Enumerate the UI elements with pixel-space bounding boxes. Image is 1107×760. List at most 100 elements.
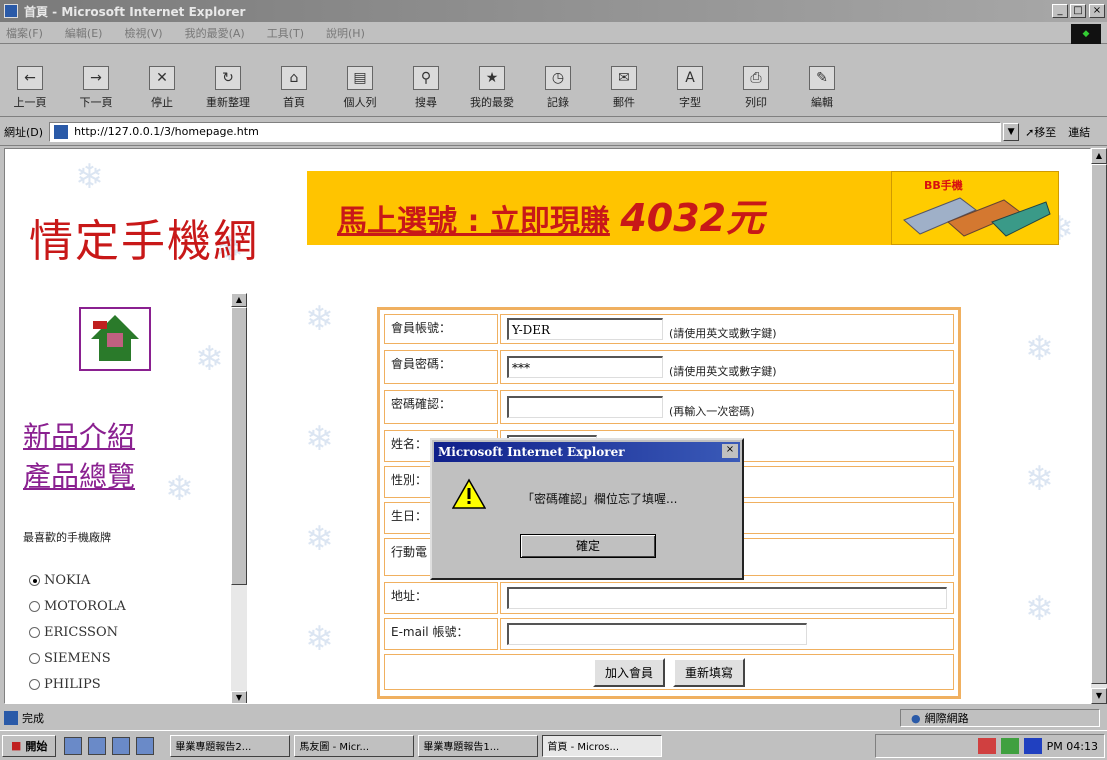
edit-button[interactable]: ✎ 編輯 bbox=[796, 66, 848, 110]
form-row-account: 會員帳號： Y-DER (請使用英文或數字鍵) bbox=[384, 314, 954, 344]
status-text: 完成 bbox=[22, 712, 44, 725]
brand-radio-ericsson[interactable]: ERICSSON bbox=[29, 625, 118, 640]
radio-button[interactable] bbox=[29, 679, 40, 690]
banner-text: 馬上選號 : 立即現賺 4032元 bbox=[337, 196, 765, 240]
radio-button[interactable] bbox=[29, 601, 40, 612]
reset-form-button[interactable]: 重新填寫 bbox=[673, 657, 746, 687]
status-bar: 完成 ● 網際網路 bbox=[0, 706, 1107, 730]
page-scroll-up-icon[interactable]: ▲ bbox=[1091, 148, 1107, 164]
promo-banner[interactable]: 馬上選號 : 立即現賺 4032元 bbox=[307, 171, 915, 245]
menu-edit[interactable]: 編輯(E) bbox=[65, 25, 103, 41]
left-frame-scrollbar[interactable]: ▲ ▼ bbox=[231, 293, 247, 703]
forward-button[interactable]: → 下一頁 bbox=[70, 66, 122, 110]
refresh-button[interactable]: ↻ 重新整理 bbox=[202, 66, 254, 110]
brands-heading: 最喜歡的手機廠牌 bbox=[23, 531, 111, 544]
product-catalog-link[interactable]: 產品總覽 bbox=[23, 455, 135, 495]
snowflake-icon: ❄ bbox=[75, 157, 104, 197]
address-input[interactable]: http://127.0.0.1/3/homepage.htm bbox=[49, 121, 1002, 142]
brand-radio-motorola[interactable]: MOTOROLA bbox=[29, 599, 126, 614]
radio-button[interactable] bbox=[29, 575, 40, 586]
menu-view[interactable]: 檢視(V) bbox=[124, 25, 162, 41]
minimize-button[interactable]: _ bbox=[1052, 4, 1068, 18]
history-icon: ◷ bbox=[545, 66, 571, 90]
brand-radio-philips[interactable]: PHILIPS bbox=[29, 677, 101, 692]
menu-help[interactable]: 說明(H) bbox=[326, 25, 365, 41]
quicklaunch-outlook-icon[interactable] bbox=[88, 736, 107, 755]
tray-lang-icon[interactable] bbox=[1023, 738, 1042, 754]
quicklaunch-ie-icon[interactable] bbox=[64, 736, 83, 755]
join-member-button[interactable]: 加入會員 bbox=[592, 657, 665, 687]
page-scroll-down-icon[interactable]: ▼ bbox=[1091, 688, 1107, 704]
task-report-2[interactable]: 畢業專題報告2... bbox=[170, 734, 291, 757]
address-input[interactable] bbox=[507, 587, 947, 609]
task-mayou[interactable]: 馬友圖 - Micr... bbox=[294, 734, 415, 757]
menu-tools[interactable]: 工具(T) bbox=[267, 25, 304, 41]
brand-radio-siemens[interactable]: SIEMENS bbox=[29, 651, 111, 666]
home-button[interactable]: ⌂ 首頁 bbox=[268, 66, 320, 110]
personal-bar-button[interactable]: ▤ 個人列 bbox=[334, 66, 386, 110]
email-label: E-mail 帳號： bbox=[384, 618, 498, 650]
scroll-down-icon[interactable]: ▼ bbox=[231, 691, 247, 703]
scroll-up-icon[interactable]: ▲ bbox=[231, 293, 247, 307]
phone-promo-ad[interactable]: BB手機 bbox=[891, 171, 1059, 245]
maximize-button[interactable]: □ bbox=[1070, 4, 1086, 18]
back-button[interactable]: ← 上一頁 bbox=[4, 66, 56, 110]
page-scroll-thumb[interactable] bbox=[1091, 164, 1107, 684]
taskbar: ■ 開始 畢業專題報告2... 馬友圖 - Micr... 畢業專題報告1... … bbox=[0, 730, 1107, 760]
menu-favorites[interactable]: 我的最愛(A) bbox=[185, 25, 245, 41]
house-logo-image[interactable] bbox=[79, 307, 151, 371]
task-report-1[interactable]: 畢業專題報告1... bbox=[418, 734, 539, 757]
personal-bar-icon: ▤ bbox=[347, 66, 373, 90]
radio-button[interactable] bbox=[29, 627, 40, 638]
address-dropdown-icon[interactable]: ▼ bbox=[1003, 122, 1020, 141]
favorites-button[interactable]: ★ 我的最愛 bbox=[466, 66, 518, 110]
password-hint: (請使用英文或數字鍵) bbox=[669, 365, 777, 378]
start-button[interactable]: ■ 開始 bbox=[2, 734, 57, 757]
go-button[interactable]: ➚移至 bbox=[1025, 124, 1056, 140]
tray-ime-icon[interactable] bbox=[1000, 738, 1019, 754]
phones-image bbox=[903, 197, 1051, 237]
menu-file[interactable]: 檔案(F) bbox=[6, 25, 43, 41]
site-title: 情定手機網 bbox=[29, 216, 259, 267]
form-row-email: E-mail 帳號： bbox=[384, 618, 954, 650]
dialog-ok-button[interactable]: 確定 bbox=[520, 534, 656, 558]
new-products-link[interactable]: 新品介紹 bbox=[23, 415, 135, 455]
print-button[interactable]: ⎙ 列印 bbox=[730, 66, 782, 110]
snowflake-icon: ❄ bbox=[305, 419, 334, 459]
stop-button[interactable]: ✕ 停止 bbox=[136, 66, 188, 110]
dialog-title: Microsoft Internet Explorer bbox=[438, 445, 625, 459]
alert-dialog: Microsoft Internet Explorer × 「密碼確認」欄位忘了… bbox=[430, 438, 744, 580]
dialog-close-icon[interactable]: × bbox=[722, 444, 738, 458]
task-homepage-ie[interactable]: 首頁 - Micros... bbox=[542, 734, 663, 757]
form-button-row: 加入會員 重新填寫 bbox=[384, 654, 954, 690]
snowflake-icon: ❄ bbox=[305, 519, 334, 559]
clock: PM 04:13 bbox=[1046, 739, 1098, 753]
mail-button[interactable]: ✉ 郵件 bbox=[598, 66, 650, 110]
font-button[interactable]: A 字型 bbox=[664, 66, 716, 110]
password-input[interactable]: *** bbox=[507, 356, 663, 378]
links-button[interactable]: 連結 bbox=[1068, 124, 1090, 140]
warning-icon bbox=[452, 478, 486, 509]
radio-button[interactable] bbox=[29, 653, 40, 664]
history-button[interactable]: ◷ 記錄 bbox=[532, 66, 584, 110]
confirm-password-input[interactable] bbox=[507, 396, 663, 418]
address-bar: 網址(D) http://127.0.0.1/3/homepage.htm ▼ … bbox=[0, 118, 1107, 146]
snowflake-icon: ❄ bbox=[1025, 329, 1054, 369]
account-input[interactable]: Y-DER bbox=[507, 318, 663, 340]
scroll-thumb[interactable] bbox=[231, 307, 247, 585]
window-title-bar[interactable]: 首頁 - Microsoft Internet Explorer bbox=[0, 0, 1107, 22]
search-icon: ⚲ bbox=[413, 66, 439, 90]
confirm-label: 密碼確認： bbox=[384, 390, 498, 424]
search-button[interactable]: ⚲ 搜尋 bbox=[400, 66, 452, 110]
close-window-button[interactable]: × bbox=[1089, 4, 1105, 18]
mail-icon: ✉ bbox=[611, 66, 637, 90]
page-scrollbar[interactable]: ▲ ▼ bbox=[1091, 148, 1107, 704]
brand-radio-nokia[interactable]: NOKIA bbox=[29, 573, 90, 588]
quicklaunch-channels-icon[interactable] bbox=[136, 736, 155, 755]
snowflake-icon: ❄ bbox=[165, 469, 194, 509]
quicklaunch-desktop-icon[interactable] bbox=[112, 736, 131, 755]
dialog-title-bar[interactable]: Microsoft Internet Explorer bbox=[434, 442, 740, 462]
font-icon: A bbox=[677, 66, 703, 90]
tray-network-icon[interactable] bbox=[977, 738, 996, 754]
email-input[interactable] bbox=[507, 623, 807, 645]
